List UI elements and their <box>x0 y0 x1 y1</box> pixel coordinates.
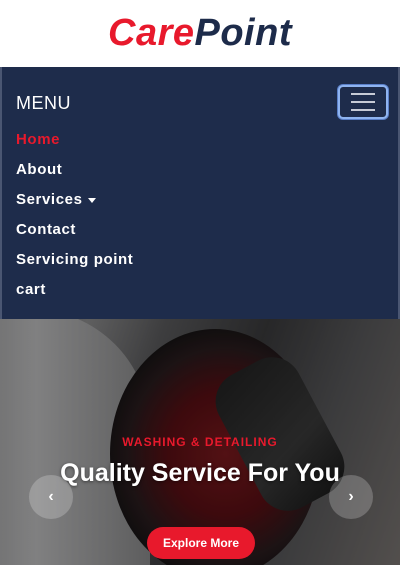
navbar-toggler-button[interactable] <box>338 85 388 119</box>
nav-item-label: Services <box>16 191 83 208</box>
nav-item-servicing-point[interactable]: Servicing point <box>16 245 133 275</box>
nav-item-label: About <box>16 161 63 178</box>
nav-item-home[interactable]: Home <box>16 125 133 155</box>
nav-item-label: cart <box>16 281 46 298</box>
brand-logo[interactable]: CarePoint <box>108 12 292 55</box>
hero-carousel: WASHING & DETAILING Quality Service For … <box>0 319 400 565</box>
nav-item-cart[interactable]: cart <box>16 275 133 305</box>
carousel-prev-button[interactable]: ‹ <box>29 475 73 519</box>
chevron-right-icon: › <box>348 488 354 505</box>
menu-label: MENU <box>16 93 71 113</box>
explore-more-button[interactable]: Explore More <box>147 527 255 559</box>
logo-care-text: Care <box>108 12 195 54</box>
hamburger-icon-line <box>351 93 375 95</box>
logo-bar: CarePoint <box>0 0 400 67</box>
caret-down-icon <box>87 197 96 203</box>
hamburger-icon-line <box>351 109 375 111</box>
nav-item-label: Contact <box>16 221 77 238</box>
nav-item-about[interactable]: About <box>16 155 133 185</box>
chevron-left-icon: ‹ <box>48 488 54 505</box>
nav-item-services[interactable]: Services <box>16 185 133 215</box>
hamburger-icon-line <box>351 101 375 103</box>
nav-list: Home About Services Contact Servicing po… <box>16 125 133 305</box>
nav-item-contact[interactable]: Contact <box>16 215 133 245</box>
logo-point-text: Point <box>194 12 292 54</box>
nav-item-label: Servicing point <box>16 251 134 268</box>
nav-item-label: Home <box>16 131 61 148</box>
carousel-next-button[interactable]: › <box>329 475 373 519</box>
main-navbar: MENU Home About Services Contact Servici… <box>0 67 400 319</box>
hero-subtitle: WASHING & DETAILING <box>122 435 278 449</box>
